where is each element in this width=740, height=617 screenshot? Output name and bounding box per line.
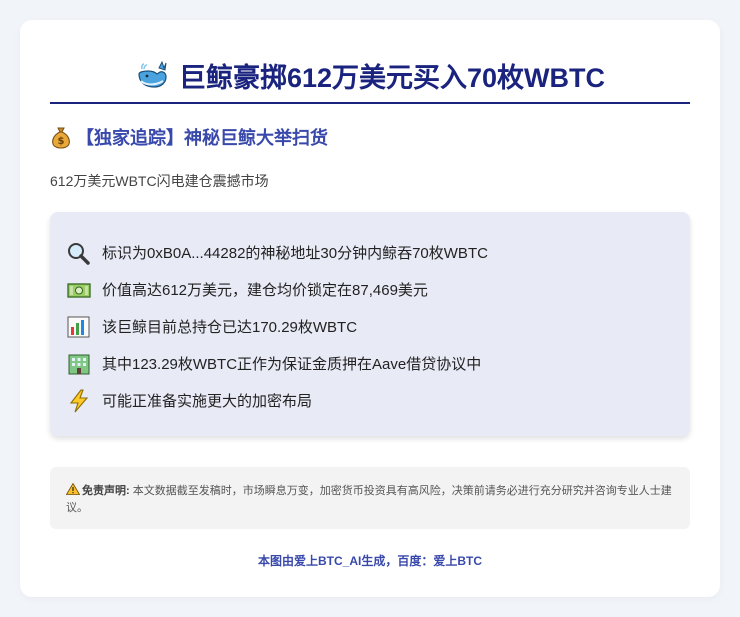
point-text: 标识为0xB0A...44282的神秘地址30分钟内鲸吞70枚WBTC: [102, 245, 488, 262]
tagline-text: 612万美元WBTC闪电建仓震撼市场: [50, 173, 269, 189]
point-text: 其中123.29枚WBTC正作为保证金质押在Aave借贷协议中: [102, 356, 482, 373]
money-bag-icon: $: [50, 125, 72, 149]
article-card: 巨鲸豪掷612万美元买入70枚WBTC $ 【独家追踪】神秘巨鲸大举扫货 612…: [20, 20, 720, 597]
footer-credit: 本图由爱上BTC_AI生成，百度：爱上BTC: [258, 554, 482, 568]
point-item: 该巨鲸目前总持仓已达170.29枚WBTC: [66, 308, 672, 345]
point-text: 该巨鲸目前总持仓已达170.29枚WBTC: [102, 319, 358, 336]
lightning-icon: [66, 388, 92, 413]
point-item: 可能正准备实施更大的加密布局: [66, 382, 672, 419]
section-title: 【独家追踪】神秘巨鲸大举扫货: [76, 128, 328, 148]
bar-chart-icon: [66, 315, 92, 339]
banknote-icon: [66, 278, 92, 302]
point-item: 标识为0xB0A...44282的神秘地址30分钟内鲸吞70枚WBTC: [66, 234, 672, 271]
bank-building-icon: [66, 352, 92, 376]
whale-icon: [135, 60, 169, 90]
point-text: 可能正准备实施更大的加密布局: [102, 393, 313, 410]
disclaimer-box: 免责声明: 本文数据截至发稿时，市场瞬息万变，加密货币投资具有高风险，决策前请务…: [50, 467, 690, 529]
point-text: 价值高达612万美元，建仓均价锁定在87,469美元: [102, 282, 428, 299]
section-heading: $ 【独家追踪】神秘巨鲸大举扫货: [50, 124, 328, 150]
magnifier-icon: [66, 241, 92, 265]
page-header: 巨鲸豪掷612万美元买入70枚WBTC: [50, 48, 690, 104]
disclaimer-text: 本文数据截至发稿时，市场瞬息万变，加密货币投资具有高风险，决策前请务必进行充分研…: [66, 485, 672, 514]
disclaimer-label: 免责声明:: [82, 485, 130, 497]
point-item: 价值高达612万美元，建仓均价锁定在87,469美元: [66, 271, 672, 308]
warning-icon: [65, 482, 81, 495]
point-item: 其中123.29枚WBTC正作为保证金质押在Aave借贷协议中: [66, 345, 672, 382]
page-title: 巨鲸豪掷612万美元买入70枚WBTC: [178, 62, 606, 93]
svg-text:$: $: [58, 136, 65, 147]
key-points-panel: 标识为0xB0A...44282的神秘地址30分钟内鲸吞70枚WBTC 价值高达…: [50, 212, 690, 436]
